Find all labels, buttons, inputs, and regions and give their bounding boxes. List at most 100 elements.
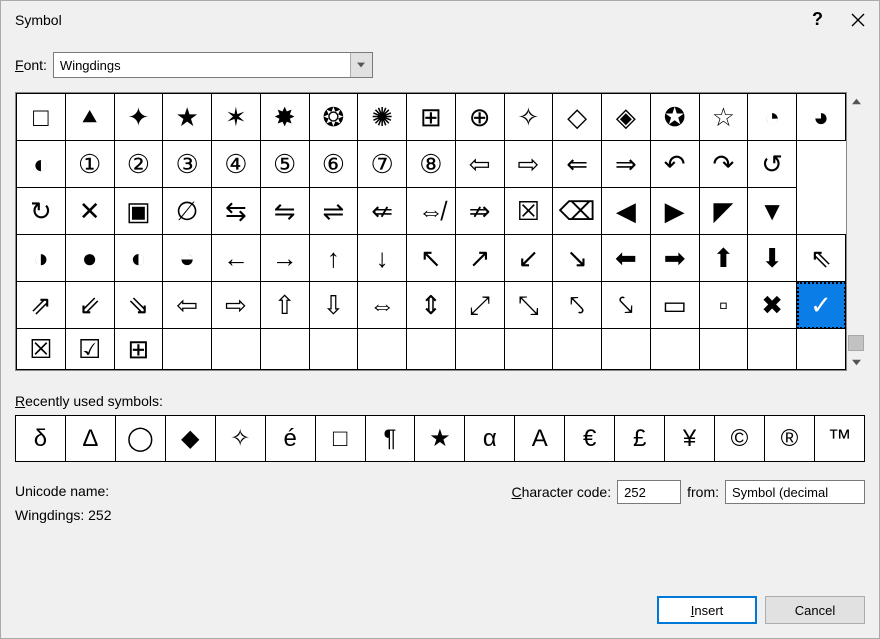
symbol-cell[interactable]: ⬅: [602, 235, 651, 282]
recent-cell[interactable]: δ: [16, 416, 66, 462]
symbol-cell[interactable]: [407, 329, 456, 370]
symbol-cell[interactable]: ↖: [407, 235, 456, 282]
symbol-cell[interactable]: [602, 329, 651, 370]
chevron-down-icon[interactable]: [350, 53, 372, 77]
symbol-cell[interactable]: ⇌: [309, 188, 358, 235]
symbol-cell[interactable]: ⬆: [699, 235, 748, 282]
scroll-thumb[interactable]: [848, 335, 864, 351]
symbol-cell[interactable]: □: [17, 94, 66, 141]
symbol-cell[interactable]: ⇦: [455, 141, 504, 188]
symbol-cell[interactable]: ▼: [748, 188, 797, 235]
symbol-cell[interactable]: ⇔: [358, 282, 407, 329]
symbol-cell[interactable]: ◈: [602, 94, 651, 141]
symbol-cell[interactable]: ◒: [163, 235, 212, 282]
recent-cell[interactable]: □: [315, 416, 365, 462]
symbol-cell[interactable]: ▣: [114, 188, 163, 235]
symbol-cell[interactable]: ↘: [553, 235, 602, 282]
symbol-cell[interactable]: ✧: [504, 94, 553, 141]
recent-cell[interactable]: α: [465, 416, 515, 462]
symbol-cell[interactable]: ✖: [748, 282, 797, 329]
symbol-cell[interactable]: ↺: [748, 141, 797, 188]
symbol-cell[interactable]: ◤: [699, 188, 748, 235]
symbol-cell[interactable]: ⇧: [260, 282, 309, 329]
recent-cell[interactable]: £: [615, 416, 665, 462]
symbol-cell[interactable]: [212, 329, 261, 370]
symbol-cell[interactable]: ⑧: [407, 141, 456, 188]
recent-cell[interactable]: ✧: [215, 416, 265, 462]
cancel-button[interactable]: Cancel: [765, 596, 865, 624]
insert-button[interactable]: Insert: [657, 596, 757, 624]
symbol-cell[interactable]: ⊞: [407, 94, 456, 141]
symbol-grid[interactable]: □⯅✦★✶✸❂✺⊞⊕✧◇◈✪☆◔◕◐①②③④⑤⑥⑦⑧⇦⇨⇐⇒↶↷↺↻✕▣∅⇆⇋⇌…: [16, 93, 846, 370]
font-input[interactable]: [54, 58, 350, 73]
symbol-cell[interactable]: ①: [65, 141, 114, 188]
symbol-cell[interactable]: ⬇: [748, 235, 797, 282]
recent-cell[interactable]: A: [515, 416, 565, 462]
symbol-cell[interactable]: ✶: [212, 94, 261, 141]
symbol-cell[interactable]: ⤢: [455, 282, 504, 329]
symbol-cell[interactable]: ⊕: [455, 94, 504, 141]
recent-cell[interactable]: ™: [814, 416, 864, 462]
symbol-cell[interactable]: ⇋: [260, 188, 309, 235]
symbol-cell[interactable]: ←: [212, 235, 261, 282]
symbol-cell[interactable]: ⇨: [504, 141, 553, 188]
symbol-cell[interactable]: [260, 329, 309, 370]
symbol-cell[interactable]: ⤥: [602, 282, 651, 329]
symbol-cell[interactable]: ↑: [309, 235, 358, 282]
symbol-cell[interactable]: ↗: [455, 235, 504, 282]
symbol-cell[interactable]: ☒: [504, 188, 553, 235]
symbol-cell[interactable]: ★: [163, 94, 212, 141]
symbol-cell[interactable]: ↶: [650, 141, 699, 188]
symbol-cell[interactable]: ▫: [699, 282, 748, 329]
close-icon[interactable]: [851, 13, 865, 27]
symbol-cell[interactable]: ●: [65, 235, 114, 282]
symbol-cell[interactable]: ⤡: [504, 282, 553, 329]
symbol-cell[interactable]: ⌫: [553, 188, 602, 235]
symbol-cell[interactable]: [309, 329, 358, 370]
symbol-cell[interactable]: ④: [212, 141, 261, 188]
recent-grid[interactable]: δΔ◯◆✧é□¶★αA€£¥©®™: [15, 415, 865, 462]
symbol-cell[interactable]: ◕: [797, 94, 846, 141]
symbol-cell[interactable]: ✪: [650, 94, 699, 141]
symbol-cell[interactable]: [455, 329, 504, 370]
recent-cell[interactable]: ¥: [665, 416, 715, 462]
symbol-cell[interactable]: ☆: [699, 94, 748, 141]
symbol-cell[interactable]: ◐: [17, 141, 66, 188]
symbol-cell[interactable]: ⇖: [797, 235, 846, 282]
symbol-cell[interactable]: ⇗: [17, 282, 66, 329]
symbol-cell[interactable]: ↷: [699, 141, 748, 188]
symbol-cell[interactable]: ▶: [650, 188, 699, 235]
symbol-cell[interactable]: ↙: [504, 235, 553, 282]
from-combo[interactable]: [725, 480, 865, 504]
symbol-cell[interactable]: ⑤: [260, 141, 309, 188]
symbol-cell[interactable]: ◇: [553, 94, 602, 141]
symbol-cell[interactable]: ⑦: [358, 141, 407, 188]
symbol-cell[interactable]: [699, 329, 748, 370]
symbol-cell[interactable]: ✦: [114, 94, 163, 141]
scroll-track[interactable]: [847, 110, 865, 353]
symbol-cell[interactable]: ⤣: [553, 282, 602, 329]
recent-cell[interactable]: ®: [764, 416, 814, 462]
symbol-cell[interactable]: [163, 329, 212, 370]
symbol-cell[interactable]: →: [260, 235, 309, 282]
symbol-cell[interactable]: ⇍: [358, 188, 407, 235]
symbol-cell[interactable]: ◑: [17, 235, 66, 282]
symbol-cell[interactable]: ◀: [602, 188, 651, 235]
symbol-cell[interactable]: ⇐: [553, 141, 602, 188]
symbol-cell[interactable]: ⇨: [212, 282, 261, 329]
symbol-cell[interactable]: [504, 329, 553, 370]
recent-cell[interactable]: ◆: [165, 416, 215, 462]
symbol-cell[interactable]: [748, 329, 797, 370]
symbol-cell[interactable]: ↻: [17, 188, 66, 235]
symbol-cell[interactable]: ❂: [309, 94, 358, 141]
symbol-cell[interactable]: [358, 329, 407, 370]
help-icon[interactable]: ?: [812, 9, 823, 30]
symbol-cell[interactable]: ⇩: [309, 282, 358, 329]
symbol-cell[interactable]: ↓: [358, 235, 407, 282]
symbol-cell[interactable]: ✸: [260, 94, 309, 141]
symbol-cell[interactable]: ⊞: [114, 329, 163, 370]
symbol-cell[interactable]: ⇒: [602, 141, 651, 188]
vertical-scrollbar[interactable]: [847, 92, 865, 371]
recent-cell[interactable]: ¶: [365, 416, 415, 462]
symbol-cell[interactable]: ✓: [797, 282, 846, 329]
